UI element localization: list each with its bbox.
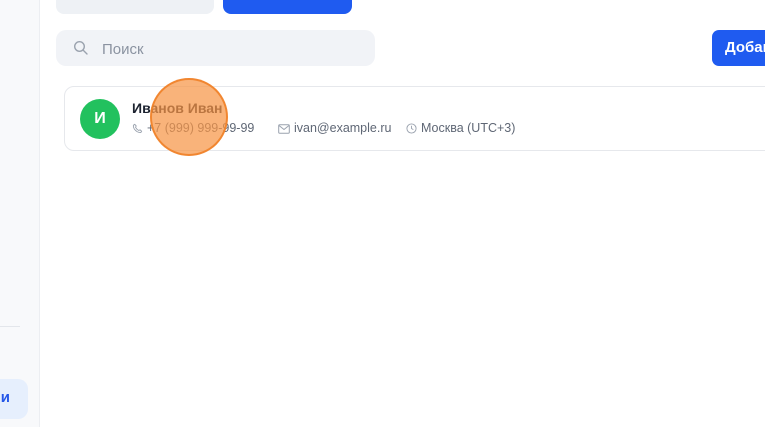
sidebar-item-active[interactable]: и [0,379,28,419]
click-marker [150,78,228,156]
avatar: И [80,99,120,139]
contact-email: ivan@example.ru [278,121,391,135]
mail-icon [278,124,290,134]
sidebar-divider [0,326,20,327]
clock-icon [406,123,417,134]
sidebar: и [0,0,40,427]
search-icon [73,40,88,55]
search-box[interactable] [56,30,375,68]
timezone-value: Москва (UTC+3) [421,121,516,135]
email-value: ivan@example.ru [294,121,392,135]
top-secondary-button[interactable] [56,0,214,14]
phone-icon [132,123,143,133]
contact-timezone: Москва (UTC+3) [406,121,515,135]
add-contact-button[interactable]: Добав [712,30,765,66]
search-input[interactable] [100,30,364,68]
top-primary-button[interactable] [223,0,352,14]
sidebar-item-label: и [0,389,10,406]
